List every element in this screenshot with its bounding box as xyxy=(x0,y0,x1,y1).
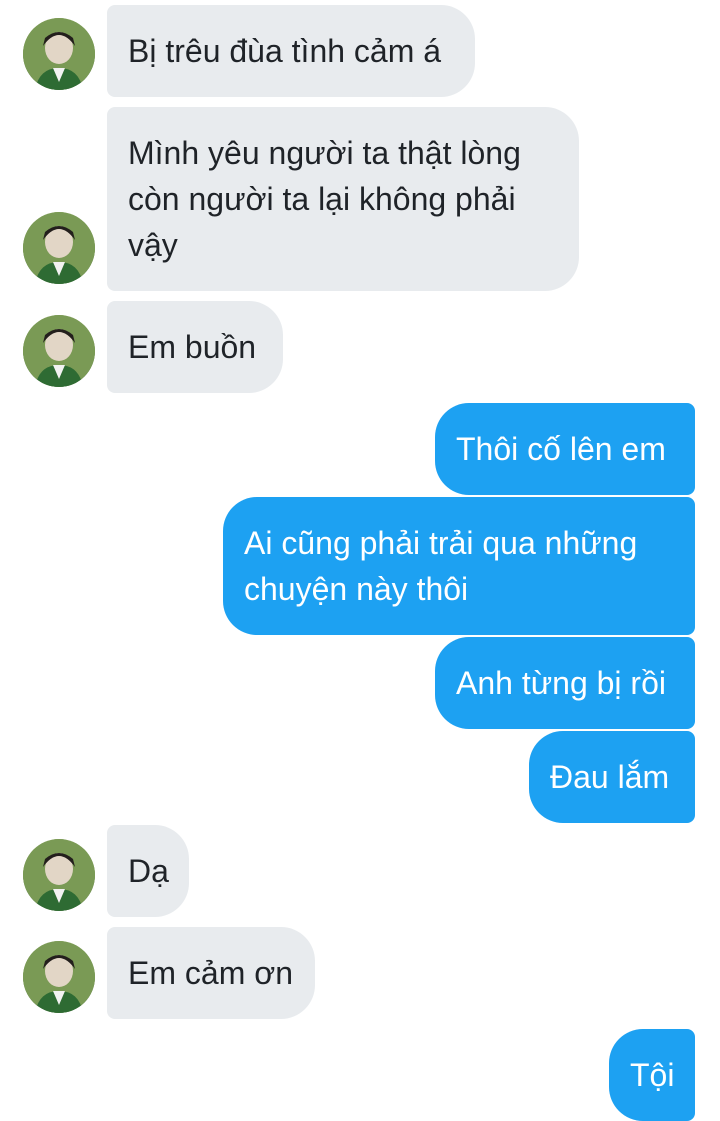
message-bubble-incoming[interactable]: Bị trêu đùa tình cảm á xyxy=(107,5,475,97)
message-bubble-outgoing[interactable]: Anh từng bị rồi xyxy=(435,637,695,729)
sender-avatar[interactable] xyxy=(23,315,95,387)
sender-avatar[interactable] xyxy=(23,839,95,911)
avatar-portrait-icon xyxy=(23,212,95,284)
sender-avatar[interactable] xyxy=(23,941,95,1013)
message-bubble-incoming[interactable]: Dạ xyxy=(107,825,189,917)
avatar-portrait-icon xyxy=(23,941,95,1013)
sender-avatar[interactable] xyxy=(23,18,95,90)
message-bubble-outgoing[interactable]: Ai cũng phải trải qua những chuyện này t… xyxy=(223,497,695,635)
avatar-portrait-icon xyxy=(23,315,95,387)
sender-avatar[interactable] xyxy=(23,212,95,284)
message-bubble-outgoing[interactable]: Tội xyxy=(609,1029,695,1121)
avatar-portrait-icon xyxy=(23,839,95,911)
message-thread: Bị trêu đùa tình cảm á Mình yêu người ta… xyxy=(0,0,720,1121)
message-bubble-incoming[interactable]: Em buồn xyxy=(107,301,283,393)
message-bubble-incoming[interactable]: Em cảm ơn xyxy=(107,927,315,1019)
message-bubble-outgoing[interactable]: Thôi cố lên em xyxy=(435,403,695,495)
avatar-portrait-icon xyxy=(23,18,95,90)
message-bubble-outgoing[interactable]: Đau lắm xyxy=(529,731,695,823)
message-bubble-incoming[interactable]: Mình yêu người ta thật lòng còn người ta… xyxy=(107,107,579,291)
